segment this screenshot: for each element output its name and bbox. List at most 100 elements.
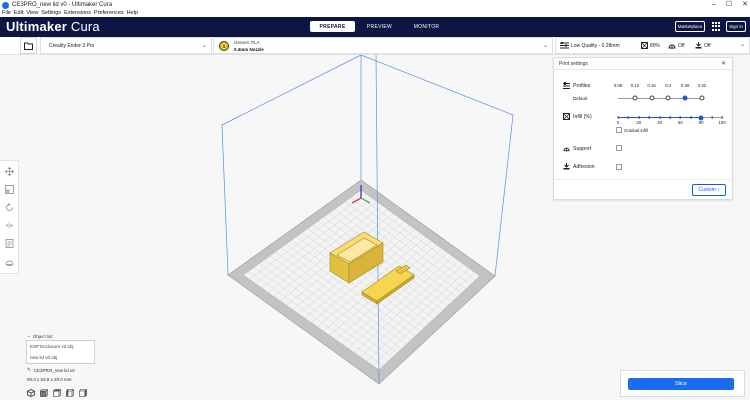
window-titlebar: CE3PRO_new lid v0 - Ultimaker Cura – ☐ ✕ [0,0,750,10]
view-3d-button[interactable] [27,389,35,397]
material-name: Generic PLA [234,40,260,45]
profile-tick-label: 0.32 [697,83,707,88]
print-setup-selector[interactable]: Low Quality - 0.28mm 80% Off Off ⌄ [555,37,750,54]
menu-edit[interactable]: Edit [14,10,23,17]
quality-sliders-icon [560,42,569,49]
cura-app-icon [2,1,9,9]
window-title: CE3PRO_new lid v0 - Ultimaker Cura [12,2,113,8]
camera-view-buttons [27,389,87,397]
infill-tickmark [690,116,692,119]
cube-3d-icon [27,389,35,397]
support-row-icon [563,147,570,152]
view-left-button[interactable] [66,389,74,397]
infill-tickmark [617,116,619,119]
job-name[interactable]: CE3PRO_new lid v0 [34,368,75,373]
list-item[interactable]: ESP Enclosure v2.obj [27,341,94,352]
per-model-settings-button[interactable] [5,239,14,248]
move-icon [5,167,14,176]
tab-prepare[interactable]: PREPARE [310,21,355,32]
custom-settings-button[interactable]: Custom › [692,184,726,196]
profile-slider-stop[interactable] [632,95,638,101]
brand-product: Cura [70,19,100,34]
profile-slider-handle[interactable] [682,95,688,101]
quality-summary: Low Quality - 0.28mm [560,42,620,49]
move-tool-button[interactable] [5,167,14,176]
action-panel: Slice [620,370,745,397]
view-front-button[interactable] [40,389,48,397]
printer-selector[interactable]: Creality Ender-3 Pro ⌄ [40,37,212,54]
tab-monitor[interactable]: MONITOR [404,21,449,32]
view-top-button[interactable] [53,389,61,397]
adhesion-icon [695,42,702,49]
extruder-icon: 1 [219,41,229,51]
brand-logo: Ultimaker Cura [6,19,100,34]
menu-preferences[interactable]: Preferences [94,10,124,17]
object-list: ESP Enclosure v2.obj new lid v0.obj [26,340,95,364]
pencil-icon[interactable]: ✎ [27,367,31,373]
print-settings-panel: Print settings ✕ Profiles Default 0.08 0.… [553,57,733,200]
marketplace-button[interactable]: Marketplace [675,21,705,32]
profile-slider-stop[interactable] [665,95,671,101]
menu-help[interactable]: Help [127,10,138,17]
brand-name: Ultimaker [6,19,68,34]
rotate-icon [6,203,13,211]
infill-density-icon [563,113,570,120]
view-right-button[interactable] [79,389,87,397]
support-icon [668,44,676,49]
material-selector[interactable]: 1 Generic PLA 0.4mm Nozzle ⌄ [213,37,553,54]
tool-panel [0,160,19,274]
infill-tickmark [721,116,723,119]
support-blocker-button[interactable] [5,257,14,266]
infill-tickmark [711,116,712,119]
menu-settings[interactable]: Settings [41,10,61,17]
adhesion-checkbox[interactable] [616,164,622,170]
profiles-icon [563,82,570,89]
cube-top-icon [53,389,61,397]
apps-grid-icon[interactable] [712,22,721,31]
tab-preview[interactable]: PREVIEW [357,21,402,32]
list-item[interactable]: new lid v0.obj [27,352,94,363]
profile-slider-stop[interactable] [699,95,705,101]
support-checkbox[interactable] [616,145,622,151]
infill-tickmark [648,116,650,119]
open-file-button[interactable] [20,37,37,54]
close-window-button[interactable]: ✕ [742,0,748,10]
menu-view[interactable]: View [26,10,38,17]
minimize-button[interactable]: – [712,0,716,10]
profile-slider-stop[interactable] [649,95,655,101]
profile-tick-label: 0.16 [647,83,656,88]
infill-tick-label: 20 [636,120,642,125]
printer-name: Creality Ender-3 Pro [49,42,95,49]
profile-slider-track[interactable] [618,97,702,99]
chevron-down-icon: ⌄ [739,42,745,48]
infill-summary-value: 80% [650,42,661,49]
adhesion-summary: Off [695,42,711,49]
menu-file[interactable]: File [2,10,11,17]
gradual-infill-label: Gradual infill [624,128,648,133]
window-controls: – ☐ ✕ [712,0,748,10]
rotate-tool-button[interactable] [5,203,14,212]
mirror-tool-button[interactable] [5,221,14,230]
maximize-button[interactable]: ☐ [726,0,732,10]
gradual-infill-checkbox[interactable] [616,127,622,133]
cube-left-icon [66,389,74,397]
infill-summary: 80% [641,42,660,49]
scale-tool-button[interactable] [5,185,14,194]
folder-icon [24,42,33,50]
infill-tick-label: 80 [698,120,704,125]
custom-button-label: Custom [698,187,716,193]
job-name-row: ✎ CE3PRO_new lid v0 [27,367,75,373]
app-header: Ultimaker Cura PREPARE PREVIEW MONITOR M… [0,17,750,37]
sign-in-button[interactable]: Sign in [726,21,746,32]
profile-name: Default [573,96,588,101]
chevron-down-icon: ⌄ [27,333,31,338]
slice-button[interactable]: Slice [628,378,734,390]
adhesion-label: Adhesion [573,164,595,170]
infill-tick-label: 100 [718,120,726,125]
infill-tick-label: 60 [678,120,683,125]
infill-label: Infill (%) [573,114,592,120]
close-icon[interactable]: ✕ [721,58,726,70]
infill-tickmark [669,116,671,119]
menu-extensions[interactable]: Extensions [64,10,91,17]
object-list-toggle[interactable]: ⌄ Object list [27,333,53,339]
